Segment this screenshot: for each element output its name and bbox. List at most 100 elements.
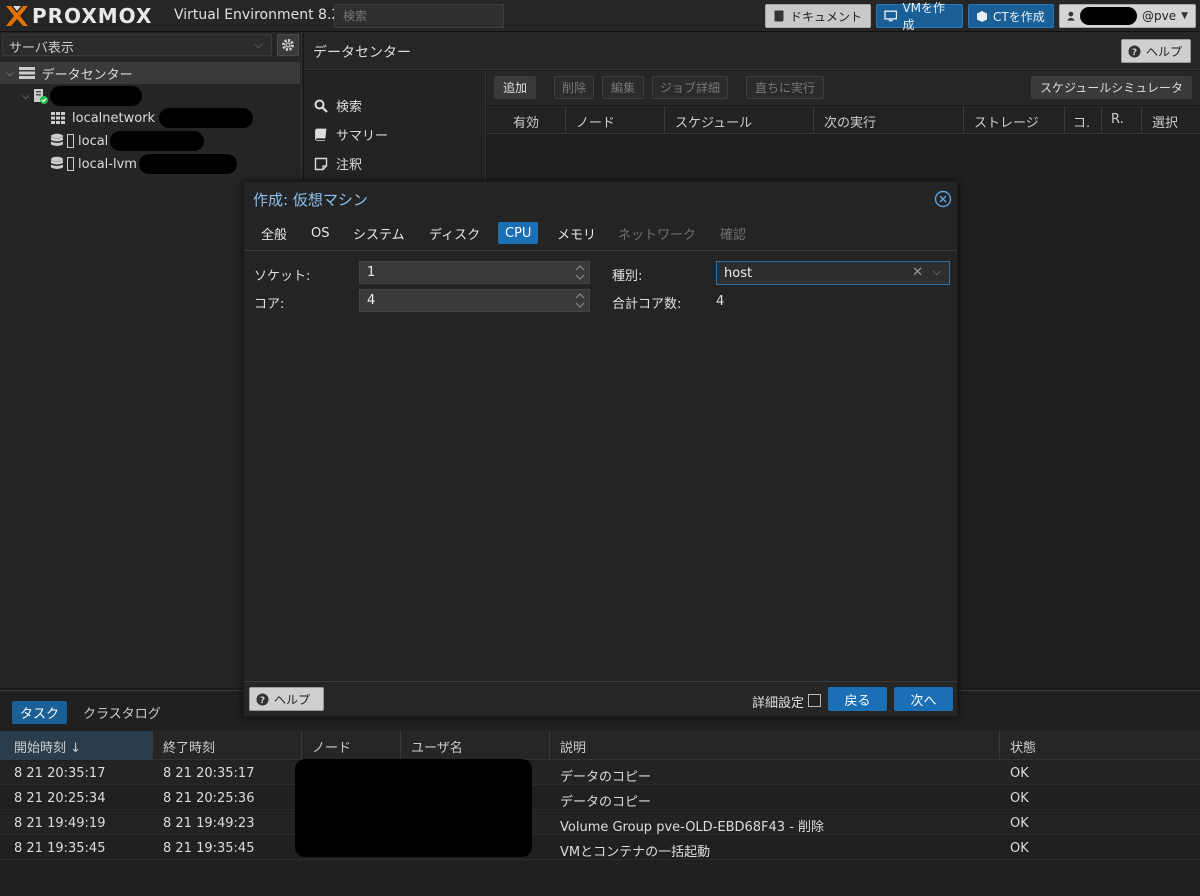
- column-header-retention[interactable]: R.: [1111, 112, 1124, 127]
- table-row[interactable]: 8 21 20:25:34 8 21 20:25:36 データのコピー OK: [0, 786, 1200, 810]
- help-button[interactable]: ? ヘルプ: [1121, 39, 1191, 63]
- column-header-user[interactable]: ユーザ名: [411, 737, 463, 756]
- create-ct-label: CTを作成: [993, 9, 1045, 24]
- tree-label-datacenter: データセンター: [41, 67, 133, 83]
- advanced-checkbox[interactable]: [808, 694, 821, 707]
- column-header-enabled[interactable]: 有効: [513, 112, 539, 131]
- tree-item-node[interactable]: ⌵: [0, 85, 142, 107]
- node-online-icon: [33, 89, 48, 104]
- redacted-text: [159, 108, 254, 128]
- page-title: データセンター: [313, 45, 411, 61]
- book-icon: [315, 128, 327, 141]
- cell-end-time: 8 21 20:35:17: [163, 766, 255, 781]
- column-header-selection[interactable]: 選択: [1152, 112, 1178, 131]
- table-row[interactable]: 8 21 19:49:19 8 21 19:49:23 Volume Group…: [0, 811, 1200, 835]
- documentation-label: ドキュメント: [790, 9, 863, 24]
- tab-disk[interactable]: ディスク: [422, 222, 487, 244]
- user-realm: @pve: [1141, 9, 1177, 23]
- back-button[interactable]: 戻る: [828, 687, 887, 711]
- version-label: Virtual Environment 8.2.2: [174, 7, 354, 23]
- tree-item-datacenter[interactable]: ⌵ データセンター: [0, 62, 300, 84]
- logo-text: PROXMOX: [32, 4, 153, 28]
- cell-status: OK: [1010, 816, 1029, 831]
- column-header-comment[interactable]: コ.: [1073, 112, 1090, 131]
- tab-network: ネットワーク: [618, 227, 697, 243]
- column-header-description[interactable]: 説明: [560, 737, 586, 756]
- job-detail-button[interactable]: ジョブ詳細: [652, 76, 728, 99]
- column-header-end-time[interactable]: 終了時刻: [163, 737, 215, 756]
- create-vm-button[interactable]: VMを作成: [876, 1, 963, 32]
- column-header-schedule[interactable]: スケジュール: [675, 112, 752, 131]
- column-header-next-run[interactable]: 次の実行: [824, 112, 876, 131]
- column-header-storage[interactable]: ストレージ: [974, 112, 1039, 131]
- tab-tasks[interactable]: タスク: [12, 701, 68, 724]
- column-separator: [1101, 106, 1102, 134]
- tab-os[interactable]: OS: [304, 222, 336, 244]
- gear-button[interactable]: [277, 34, 299, 56]
- dialog-title: 作成: 仮想マシン: [253, 191, 368, 209]
- search-icon: [314, 99, 328, 113]
- view-selector[interactable]: サーバ表示: [2, 34, 272, 56]
- documentation-button[interactable]: ドキュメント: [765, 4, 871, 28]
- dialog-help-button[interactable]: ? ヘルプ: [249, 687, 324, 711]
- add-button[interactable]: 追加: [494, 76, 536, 99]
- cell-description: VMとコンテナの一括起動: [560, 845, 711, 860]
- search-input[interactable]: [334, 4, 504, 28]
- tab-memory[interactable]: メモリ: [550, 222, 603, 244]
- table-row[interactable]: 8 21 19:35:45 8 21 19:35:45 VMとコンテナの一括起動…: [0, 836, 1200, 860]
- column-separator: [999, 731, 1000, 760]
- column-header-node[interactable]: ノード: [576, 112, 615, 131]
- close-icon[interactable]: [934, 190, 952, 208]
- redacted-username: [1079, 7, 1137, 25]
- redacted-node-name: [49, 86, 142, 106]
- question-circle-icon: ?: [256, 693, 269, 706]
- tab-cluster-log[interactable]: クラスタログ: [83, 703, 161, 722]
- tab-general[interactable]: 全般: [254, 222, 294, 244]
- table-row[interactable]: 8 21 20:35:17 8 21 20:35:17 データのコピー OK: [0, 761, 1200, 785]
- column-separator: [549, 731, 550, 760]
- chevron-down-icon: ⌵: [22, 90, 30, 102]
- tree-item-local-storage[interactable]: local: [0, 130, 205, 152]
- clear-icon[interactable]: ✕: [912, 265, 923, 280]
- nav-item-summary[interactable]: サマリー: [314, 125, 388, 144]
- database-icon: [51, 133, 63, 146]
- spinner-arrows-icon[interactable]: [575, 264, 585, 281]
- tree-item-local-lvm[interactable]: local-lvm: [0, 153, 237, 175]
- column-header-node[interactable]: ノード: [312, 737, 351, 756]
- column-separator: [565, 106, 566, 134]
- cpu-type-label: 種別:: [612, 269, 643, 284]
- next-button[interactable]: 次へ: [894, 687, 953, 711]
- spinner-arrows-icon[interactable]: [575, 292, 585, 309]
- proxmox-x-icon: [6, 6, 28, 26]
- help-label: ヘルプ: [1146, 44, 1183, 59]
- cell-end-time: 8 21 19:49:23: [163, 816, 255, 831]
- nav-item-search[interactable]: 検索: [314, 96, 362, 115]
- tab-cpu[interactable]: CPU: [498, 222, 539, 244]
- chevron-down-icon: ⌵: [254, 38, 263, 51]
- svg-text:?: ?: [1132, 48, 1137, 58]
- create-vm-label: VMを作成: [902, 1, 946, 32]
- column-header-status[interactable]: 状態: [1010, 737, 1036, 756]
- nav-item-notes[interactable]: 注釈: [314, 154, 362, 173]
- create-ct-button[interactable]: CTを作成: [968, 4, 1054, 28]
- sockets-stepper[interactable]: 1: [359, 261, 590, 284]
- advanced-label: 詳細設定: [752, 696, 805, 711]
- run-now-button[interactable]: 直ちに実行: [746, 76, 824, 99]
- column-header-start-time[interactable]: 開始時刻 ↓: [14, 737, 81, 756]
- tree-item-localnetwork[interactable]: localnetwork: [0, 107, 254, 129]
- cube-icon: [977, 10, 987, 22]
- proxmox-logo[interactable]: PROXMOX: [4, 4, 152, 28]
- tab-system[interactable]: システム: [346, 222, 412, 244]
- user-menu-button[interactable]: @pve ▼: [1059, 4, 1196, 28]
- tree-label-local-lvm: local-lvm: [78, 156, 137, 172]
- monitor-icon: [884, 10, 898, 22]
- database-icon: [51, 156, 63, 169]
- edit-button[interactable]: 編集: [602, 76, 644, 99]
- chevron-down-icon[interactable]: ⌵: [933, 265, 941, 279]
- column-separator: [152, 731, 153, 760]
- cores-stepper[interactable]: 4: [359, 289, 590, 312]
- delete-button[interactable]: 削除: [554, 76, 594, 99]
- cell-start-time: 8 21 19:49:19: [14, 816, 106, 831]
- schedule-simulator-button[interactable]: スケジュールシミュレータ: [1031, 76, 1192, 99]
- cpu-type-select[interactable]: host ✕ ⌵: [716, 261, 950, 285]
